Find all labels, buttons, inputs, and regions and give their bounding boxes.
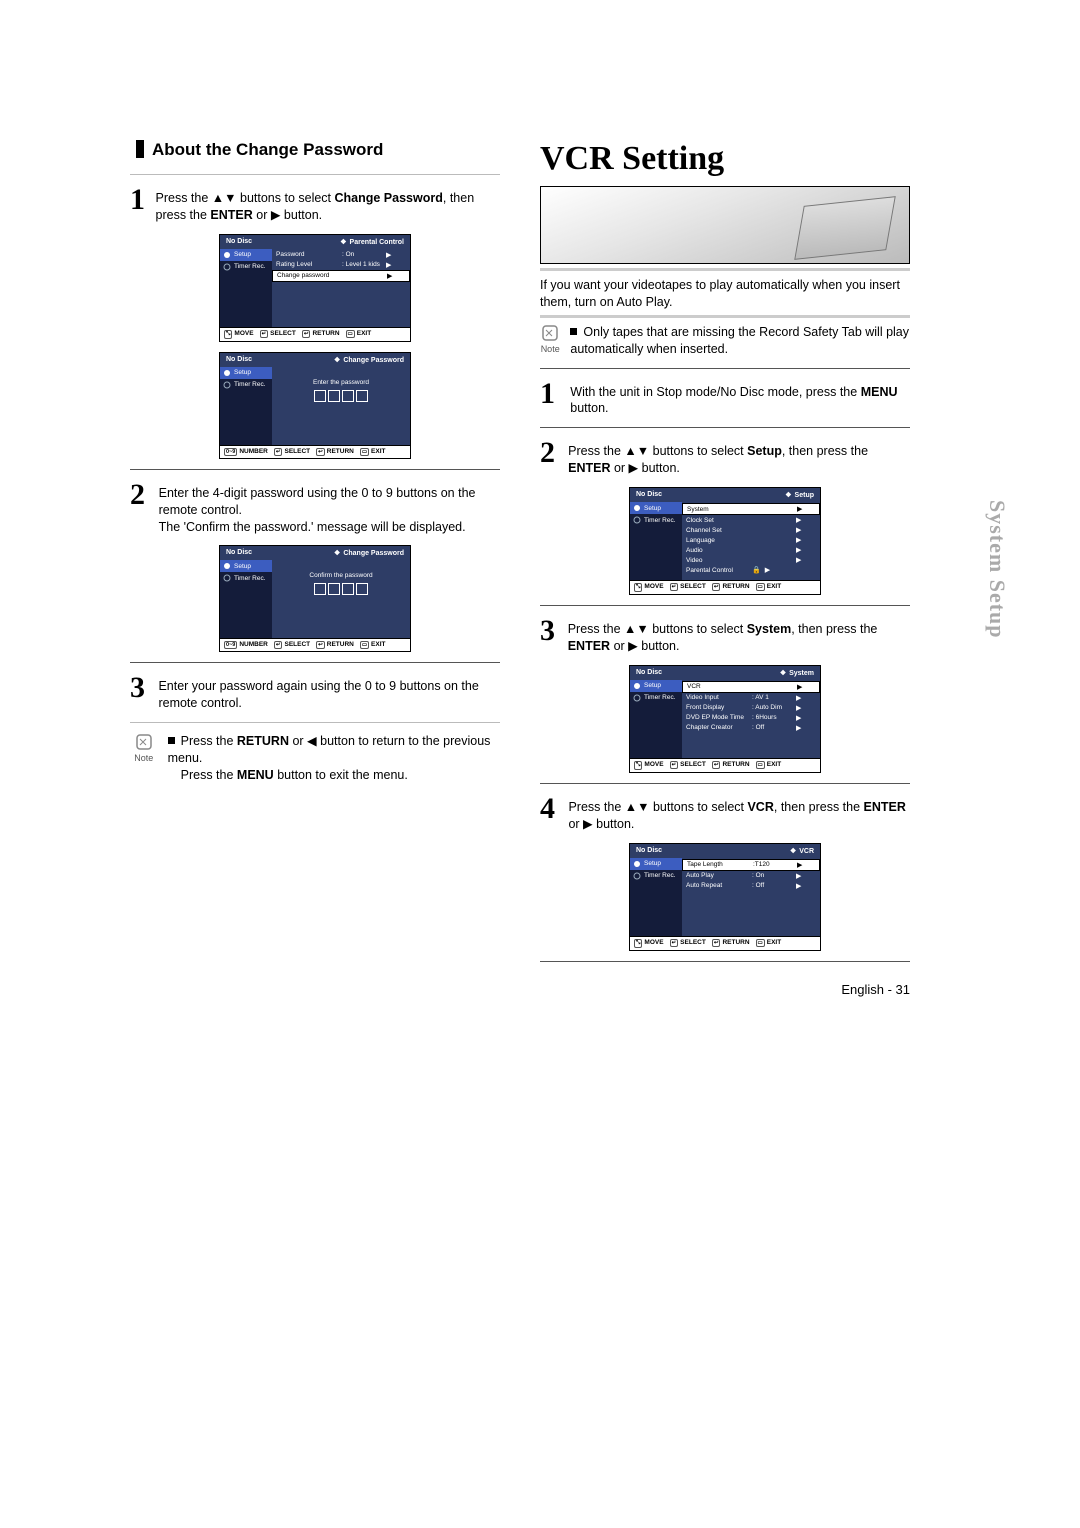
lock-icon: 🔒 bbox=[752, 566, 761, 574]
gear-icon bbox=[633, 504, 641, 512]
divider bbox=[540, 961, 910, 962]
step-1-right: 1 With the unit in Stop mode/No Disc mod… bbox=[540, 379, 910, 418]
vcr-cassette-image bbox=[540, 186, 910, 264]
step-3-right: 3 Press the ▲▼ buttons to select System,… bbox=[540, 616, 910, 655]
step-2-left: 2 Enter the 4-digit password using the 0… bbox=[130, 480, 500, 536]
manual-page: System Setup About the Change Password 1… bbox=[130, 140, 950, 997]
osd-system: No DiscSystem Setup Timer Rec. VCR▶ Vide… bbox=[629, 665, 821, 773]
section-title-right: VCR Setting bbox=[540, 140, 910, 178]
gear-icon bbox=[633, 860, 641, 868]
osd-parental-control: No DiscParental Control Setup Timer Rec.… bbox=[219, 234, 411, 342]
step-2-right: 2 Press the ▲▼ buttons to select Setup, … bbox=[540, 438, 910, 477]
divider bbox=[540, 315, 910, 318]
clock-icon bbox=[223, 381, 231, 389]
gear-icon bbox=[223, 251, 231, 259]
divider bbox=[130, 174, 500, 175]
step-3-left: 3 Enter your password again using the 0 … bbox=[130, 673, 500, 712]
clock-icon bbox=[223, 574, 231, 582]
clock-icon bbox=[223, 263, 231, 271]
note-icon bbox=[135, 733, 153, 751]
osd-vcr: No DiscVCR Setup Timer Rec. Tape Length:… bbox=[629, 843, 821, 951]
section-title-left: About the Change Password bbox=[136, 140, 500, 160]
clock-icon bbox=[633, 872, 641, 880]
osd-confirm-password: No DiscChange Password Setup Timer Rec. … bbox=[219, 545, 411, 652]
divider bbox=[130, 662, 500, 663]
side-tab-label: System Setup bbox=[984, 500, 1010, 639]
intro-text: If you want your videotapes to play auto… bbox=[540, 277, 910, 311]
divider bbox=[540, 268, 910, 271]
divider bbox=[540, 783, 910, 784]
step-text: Enter the 4-digit password using the 0 t… bbox=[159, 480, 500, 536]
divider bbox=[540, 605, 910, 606]
gear-icon bbox=[633, 682, 641, 690]
step-1-left: 1 Press the ▲▼ buttons to select Change … bbox=[130, 185, 500, 224]
left-column: About the Change Password 1 Press the ▲▼… bbox=[130, 140, 500, 997]
note-block-left: Note Press the RETURN or ◀ button to ret… bbox=[130, 733, 500, 784]
divider bbox=[130, 722, 500, 723]
gear-icon bbox=[223, 562, 231, 570]
note-icon bbox=[541, 324, 559, 342]
clock-icon bbox=[633, 694, 641, 702]
divider bbox=[540, 368, 910, 369]
osd-setup: No DiscSetup Setup Timer Rec. System▶ Cl… bbox=[629, 487, 821, 595]
step-4-right: 4 Press the ▲▼ buttons to select VCR, th… bbox=[540, 794, 910, 833]
clock-icon bbox=[633, 516, 641, 524]
divider bbox=[540, 427, 910, 428]
step-text: Enter your password again using the 0 to… bbox=[158, 673, 500, 712]
gear-icon bbox=[223, 369, 231, 377]
step-number: 3 bbox=[130, 673, 148, 703]
divider bbox=[130, 469, 500, 470]
step-number: 1 bbox=[130, 185, 146, 215]
osd-enter-password: No DiscChange Password Setup Timer Rec. … bbox=[219, 352, 411, 459]
note-block-right: Note Only tapes that are missing the Rec… bbox=[540, 324, 910, 358]
step-number: 2 bbox=[130, 480, 149, 510]
right-column: VCR Setting If you want your videotapes … bbox=[540, 140, 910, 997]
page-footer: English - 31 bbox=[540, 982, 910, 997]
step-text: Press the ▲▼ buttons to select Change Pa… bbox=[156, 185, 501, 224]
